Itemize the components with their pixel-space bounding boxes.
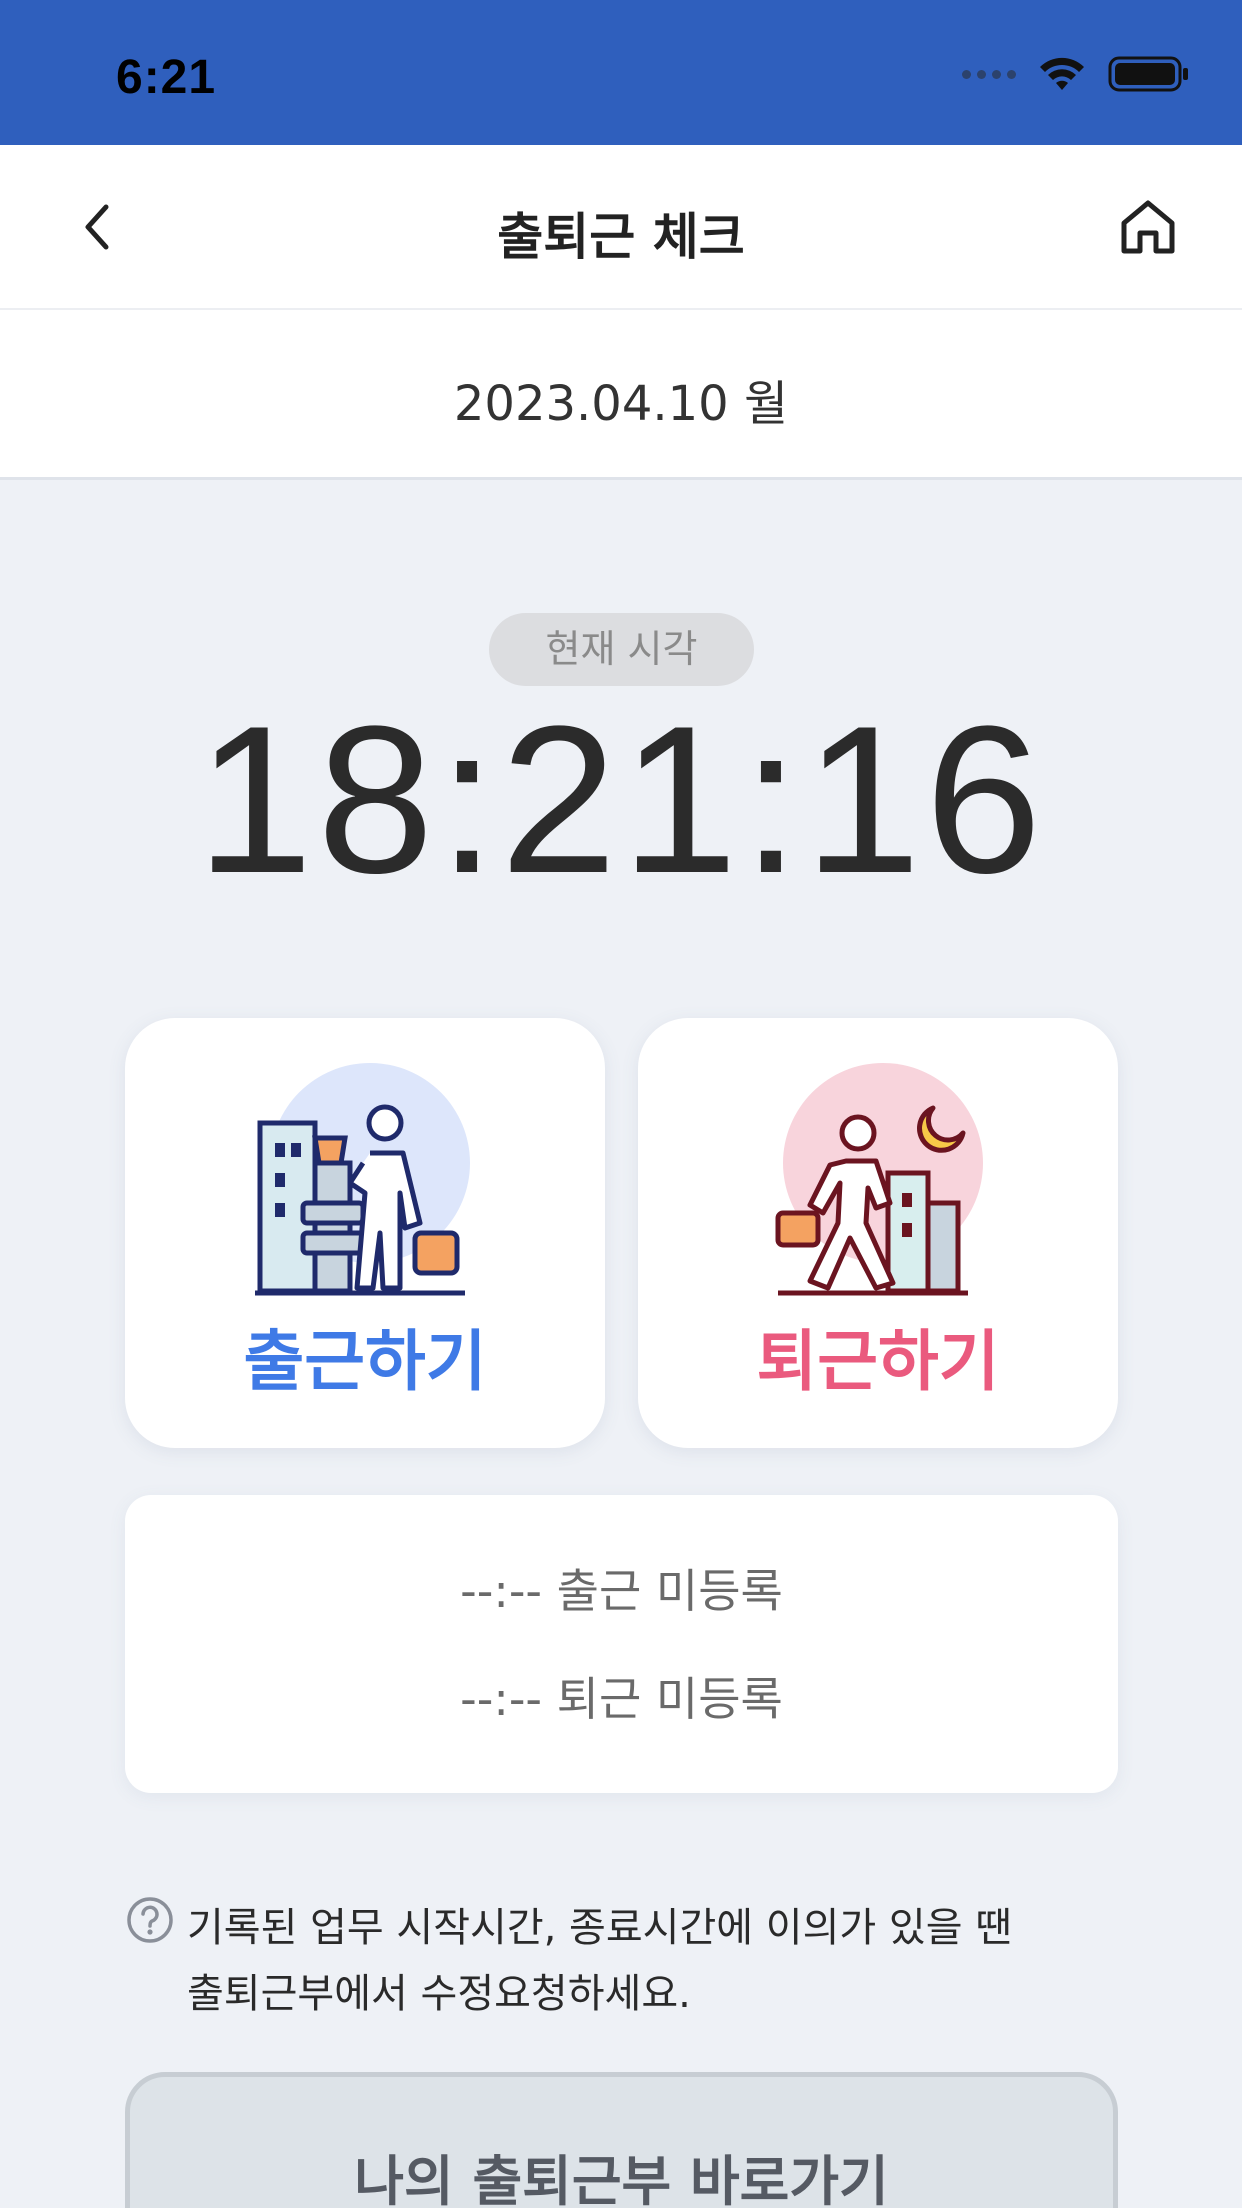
checkin-label: 출근하기 — [243, 1323, 487, 1400]
cellular-signal-icon — [962, 69, 1016, 79]
commuter-leaving-night-icon — [775, 1063, 983, 1296]
current-time-clock: 18:21:16 — [196, 682, 1046, 917]
notice-line-1: 기록된 업무 시작시간, 종료시간에 이의가 있을 땐 — [187, 1905, 1013, 1951]
checkout-button[interactable]: 퇴근하기 — [638, 1018, 1118, 1448]
checkin-record: --:-- 출근 미등록 — [460, 1564, 783, 1618]
status-time: 6:21 — [116, 51, 217, 104]
checkin-button[interactable]: 출근하기 — [125, 1018, 605, 1448]
home-button[interactable] — [1116, 195, 1180, 259]
commuter-arriving-office-icon — [255, 1063, 470, 1296]
home-icon — [1121, 200, 1175, 254]
my-attendance-book-button[interactable]: 나의 출퇴근부 바로가기 — [125, 2072, 1118, 2208]
status-icons — [962, 54, 1190, 94]
status-bar: 6:21 — [0, 0, 1242, 145]
notice-line-2: 출퇴근부에서 수정요청하세요. — [187, 1971, 691, 2017]
question-circle-icon — [127, 1897, 173, 1943]
checkout-record: --:-- 퇴근 미등록 — [460, 1672, 783, 1726]
battery-icon — [1108, 56, 1188, 92]
notice-text: 기록된 업무 시작시간, 종료시간에 이의가 있을 땐 출퇴근부에서 수정요청하… — [187, 1895, 1127, 2027]
nav-bar: 출퇴근 체크 — [0, 145, 1242, 310]
my-attendance-book-label: 나의 출퇴근부 바로가기 — [354, 2150, 889, 2208]
page-title: 출퇴근 체크 — [497, 208, 745, 266]
wifi-icon — [1040, 57, 1084, 90]
attendance-record-card: --:-- 출근 미등록 --:-- 퇴근 미등록 — [125, 1495, 1118, 1793]
date-bar: 2023.04.10 월 — [0, 310, 1242, 480]
checkout-label: 퇴근하기 — [756, 1323, 1000, 1400]
current-date: 2023.04.10 월 — [453, 376, 789, 432]
current-time-badge: 현재 시각 — [489, 613, 754, 686]
